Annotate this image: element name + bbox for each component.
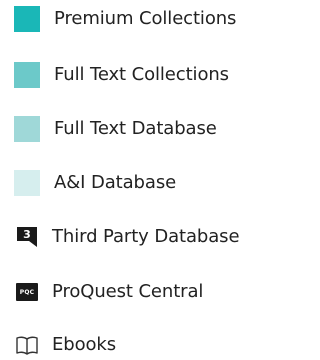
third-party-icon-text: 3	[23, 228, 31, 241]
proquest-central-badge-text: PQC	[16, 283, 38, 301]
legend-item-premium-collections: Premium Collections	[14, 4, 236, 34]
legend-item-ebooks: Ebooks	[14, 330, 116, 360]
legend-label: ProQuest Central	[52, 281, 204, 302]
legend-item-proquest-central: PQC ProQuest Central	[14, 277, 203, 307]
book-icon	[14, 332, 40, 358]
ai-database-swatch	[14, 170, 40, 196]
third-party-icon: 3	[14, 224, 40, 250]
legend-item-third-party-database: 3 Third Party Database	[14, 222, 240, 252]
collections-legend: Premium Collections Full Text Collection…	[0, 0, 295, 360]
proquest-central-icon: PQC	[14, 279, 40, 305]
full-text-collections-swatch	[14, 62, 40, 88]
full-text-database-swatch	[14, 116, 40, 142]
legend-label: Premium Collections	[54, 8, 237, 29]
legend-item-full-text-database: Full Text Database	[14, 114, 217, 144]
premium-collections-swatch	[14, 6, 40, 32]
legend-item-full-text-collections: Full Text Collections	[14, 60, 229, 90]
legend-label: A&I Database	[54, 172, 177, 193]
legend-item-ai-database: A&I Database	[14, 168, 176, 198]
legend-label: Ebooks	[52, 334, 117, 355]
legend-label: Full Text Database	[54, 118, 217, 139]
legend-label: Third Party Database	[52, 226, 240, 247]
legend-label: Full Text Collections	[54, 64, 229, 85]
